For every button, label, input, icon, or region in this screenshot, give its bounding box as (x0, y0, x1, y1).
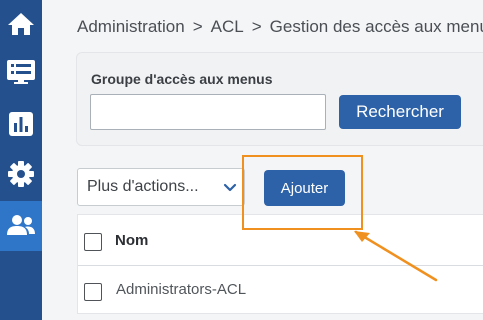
breadcrumb-separator: > (251, 17, 262, 36)
sidebar (0, 0, 42, 320)
select-all-checkbox[interactable] (84, 233, 102, 251)
monitor-list-icon (7, 60, 35, 84)
row-name[interactable]: Administrators-ACL (116, 281, 246, 298)
chevron-down-icon (223, 183, 237, 192)
search-panel: Groupe d'accès aux menus Rechercher (76, 52, 483, 146)
breadcrumb-separator: > (192, 17, 203, 36)
more-actions-label: Plus d'actions... (87, 178, 199, 195)
column-header-name[interactable]: Nom (115, 232, 148, 249)
main-content: Administration > ACL > Gestion des accès aux… (56, 0, 483, 320)
row-checkbox[interactable] (84, 283, 102, 301)
nav-reports[interactable] (0, 100, 42, 148)
home-icon (8, 13, 34, 35)
nav-settings[interactable] (0, 150, 42, 198)
search-input[interactable] (90, 94, 326, 130)
highlight-box (242, 155, 363, 230)
nav-users[interactable] (0, 201, 42, 251)
nav-monitor[interactable] (0, 48, 42, 96)
nav-home[interactable] (0, 0, 42, 48)
gear-icon (8, 161, 34, 187)
search-button[interactable]: Rechercher (339, 95, 461, 129)
breadcrumb: Administration > ACL > Gestion des accès aux… (77, 17, 483, 37)
breadcrumb-item[interactable]: ACL (211, 17, 244, 36)
bar-chart-icon (9, 112, 33, 136)
breadcrumb-item[interactable]: Administration (77, 17, 185, 36)
more-actions-dropdown[interactable]: Plus d'actions... (77, 168, 245, 206)
table-row[interactable]: Administrators-ACL (78, 265, 483, 315)
users-icon (7, 215, 35, 235)
search-label: Groupe d'accès aux menus (91, 71, 273, 87)
breadcrumb-current: Gestion des accès aux menus (269, 17, 483, 36)
